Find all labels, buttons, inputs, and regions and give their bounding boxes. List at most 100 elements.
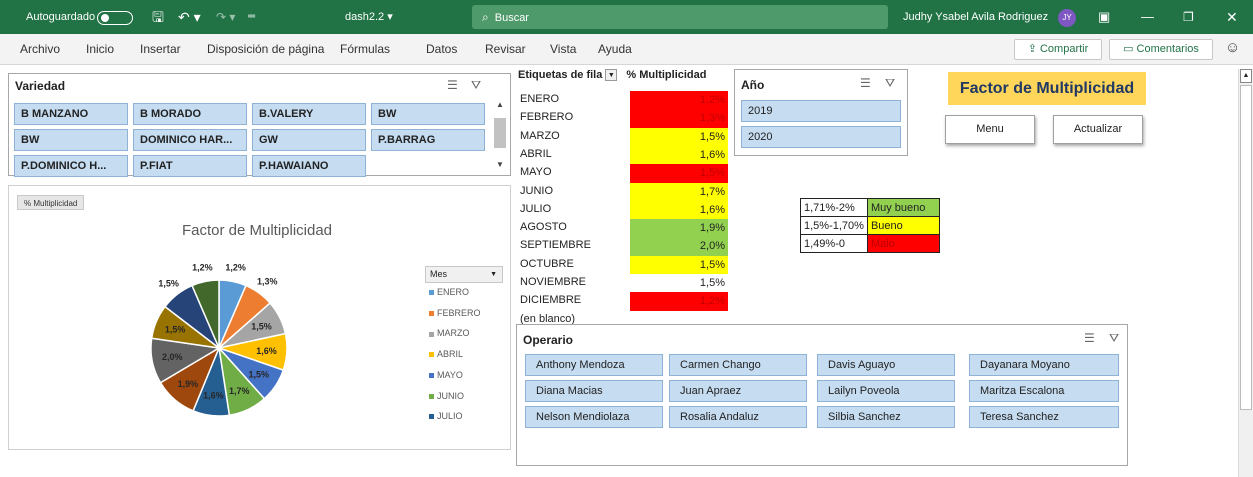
close-icon[interactable]: ✕ <box>1226 0 1238 34</box>
legend-entry[interactable]: JUNIO <box>429 391 464 401</box>
tab-inicio[interactable]: Inicio <box>86 34 114 64</box>
menu-button[interactable]: Menu <box>945 115 1035 144</box>
undo-icon[interactable]: ↶ ▾ <box>178 0 201 34</box>
restore-icon[interactable]: ❐ <box>1183 0 1194 34</box>
pivot-row[interactable]: JUNIO 1,7% <box>518 182 728 201</box>
slicer-item[interactable]: Anthony Mendoza <box>525 354 663 376</box>
minimize-icon[interactable]: — <box>1141 0 1154 34</box>
tab-insertar[interactable]: Insertar <box>140 34 181 64</box>
slicer-item[interactable]: B MANZANO <box>14 103 128 125</box>
pivot-row-label: JUNIO <box>520 184 553 197</box>
pivot-row[interactable]: DICIEMBRE 1,2% <box>518 292 728 311</box>
pivot-row[interactable]: MARZO 1,5% <box>518 127 728 147</box>
slicer-item[interactable]: Davis Aguayo <box>817 354 955 376</box>
pivot-row[interactable]: OCTUBRE 1,5% <box>518 255 728 275</box>
slicer-item[interactable]: B.VALERY <box>252 103 366 125</box>
pivot-row[interactable]: NOVIEMBRE 1,5% <box>518 274 728 293</box>
tab-formulas[interactable]: Fórmulas <box>340 34 390 64</box>
legend-label: MAYO <box>437 369 463 380</box>
avatar[interactable]: JY <box>1058 9 1076 27</box>
autosave-toggle[interactable] <box>97 11 133 25</box>
pivot-row-label: ENERO <box>520 93 560 105</box>
tab-vista[interactable]: Vista <box>550 34 576 64</box>
clear-filter-icon[interactable]: ⛛ <box>885 76 895 91</box>
tab-archivo[interactable]: Archivo <box>20 34 60 64</box>
title-bar: Autoguardado 🖫 ↶ ▾ ↷ ▾ ═ dash2.2 ▾ ⌕ Busc… <box>0 0 1253 34</box>
slicer-item[interactable]: Diana Macias <box>525 380 663 402</box>
slicer-item[interactable]: DOMINICO HAR... <box>133 129 247 151</box>
slicer-item[interactable]: BW <box>371 103 485 125</box>
multi-select-icon[interactable]: ☰ <box>860 76 871 90</box>
ribbon-display-options-icon[interactable]: ▣ <box>1098 0 1110 34</box>
clear-filter-icon[interactable]: ⛛ <box>471 78 481 93</box>
slicer-item[interactable]: Dayanara Moyano <box>969 354 1119 376</box>
slicer-item[interactable]: BW <box>14 129 128 151</box>
slicer-item[interactable]: Rosalia Andaluz <box>669 406 807 428</box>
legend-swatch <box>429 352 434 358</box>
share-button[interactable]: ⇪ Compartir <box>1014 39 1102 60</box>
slicer-title: Año <box>741 78 765 92</box>
redo-icon[interactable]: ↷ ▾ <box>216 0 235 34</box>
slicer-item[interactable]: Maritza Escalona <box>969 380 1119 402</box>
comments-button[interactable]: ▭ Comentarios <box>1109 39 1213 60</box>
comment-icon: ▭ <box>1123 43 1137 55</box>
scroll-thumb[interactable] <box>1240 85 1252 410</box>
legend-entry[interactable]: FEBRERO <box>429 308 481 318</box>
slicer-item-2019[interactable]: 2019 <box>741 100 901 122</box>
slicer-item-2020[interactable]: 2020 <box>741 126 901 148</box>
tab-revisar[interactable]: Revisar <box>485 34 526 64</box>
slicer-item[interactable]: P.BARRAG <box>371 129 485 151</box>
document-name[interactable]: dash2.2 ▾ <box>345 0 393 34</box>
pie-data-label: 1,5% <box>158 278 179 288</box>
tab-ayuda[interactable]: Ayuda <box>598 34 632 64</box>
legend-entry[interactable]: ENERO <box>429 287 469 297</box>
search-box[interactable]: ⌕ Buscar <box>472 5 888 29</box>
pie-data-label: 1,5% <box>248 369 269 379</box>
save-icon[interactable]: 🖫 <box>152 0 164 34</box>
legend-field-dropdown[interactable]: Mes ▼ <box>425 266 503 283</box>
slicer-item[interactable]: Silbia Sanchez <box>817 406 955 428</box>
slicer-item[interactable]: Carmen Chango <box>669 354 807 376</box>
scroll-up-icon[interactable]: ▲ <box>1240 69 1252 83</box>
slicer-item[interactable]: Juan Apraez <box>669 380 807 402</box>
scroll-thumb[interactable] <box>494 118 506 148</box>
clear-filter-icon[interactable]: ⛛ <box>1109 331 1119 346</box>
pie-data-label: 1,9% <box>178 379 199 389</box>
slicer-item[interactable]: P.FIAT <box>133 155 247 177</box>
tab-disposicion[interactable]: Disposición de página <box>207 34 324 64</box>
filter-dropdown-icon[interactable]: ▼ <box>605 69 618 82</box>
pivot-row[interactable]: FEBRERO 1,3% <box>518 109 728 128</box>
user-name[interactable]: Judhy Ysabel Avila Rodriguez <box>903 0 1048 34</box>
slicer-item[interactable]: P.DOMINICO H... <box>14 155 128 177</box>
sheet-vertical-scrollbar[interactable]: ▲ <box>1238 69 1253 477</box>
slicer-item[interactable]: Teresa Sanchez <box>969 406 1119 428</box>
pie-chart[interactable]: % Multiplicidad Factor de Multiplicidad … <box>8 185 511 450</box>
legend-range: 1,5%-1,70% <box>800 216 868 235</box>
scroll-up-icon[interactable]: ▲ <box>496 100 504 109</box>
pivot-row-label: OCTUBRE <box>520 257 574 270</box>
legend-entry[interactable]: JULIO <box>429 411 463 421</box>
multi-select-icon[interactable]: ☰ <box>447 78 458 92</box>
legend-label: MARZO <box>437 328 470 339</box>
pivot-row[interactable]: MAYO 1,5% <box>518 164 728 183</box>
pivot-row[interactable]: ABRIL 1,6% <box>518 145 728 165</box>
legend-entry[interactable]: MAYO <box>429 370 463 380</box>
customize-toolbar-icon[interactable]: ═ <box>248 0 255 34</box>
legend-entry[interactable]: MARZO <box>429 328 470 338</box>
tab-datos[interactable]: Datos <box>426 34 457 64</box>
slicer-item[interactable]: Lailyn Poveola <box>817 380 955 402</box>
feedback-smiley-icon[interactable]: ☺ <box>1225 39 1240 56</box>
pivot-row[interactable]: JULIO 1,6% <box>518 200 728 220</box>
pivot-row[interactable]: ENERO 1,2% <box>518 91 728 110</box>
legend-entry[interactable]: ABRIL <box>429 349 463 359</box>
slicer-item[interactable]: P.HAWAIANO <box>252 155 366 177</box>
slicer-item[interactable]: GW <box>252 129 366 151</box>
multi-select-icon[interactable]: ☰ <box>1084 331 1095 345</box>
pivot-row[interactable]: AGOSTO 1,9% <box>518 219 728 238</box>
slicer-item[interactable]: Nelson Mendiolaza <box>525 406 663 428</box>
actualizar-button[interactable]: Actualizar <box>1053 115 1143 144</box>
pivot-row[interactable]: SEPTIEMBRE 2,0% <box>518 237 728 256</box>
slicer-item[interactable]: B MORADO <box>133 103 247 125</box>
scroll-down-icon[interactable]: ▼ <box>496 160 504 169</box>
slicer-scrollbar[interactable]: ▲ ▼ <box>493 98 507 174</box>
